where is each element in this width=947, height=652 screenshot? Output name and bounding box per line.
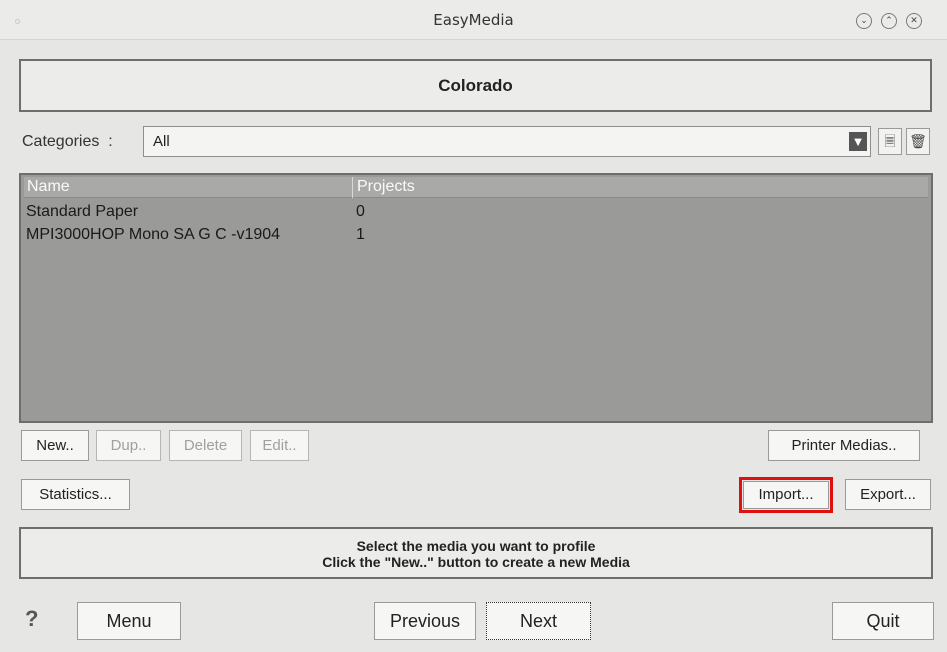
categories-dropdown[interactable]: All ▼ [143,126,871,157]
main-window: Colorado Categories : All ▼ 🗏 🗑 Name Pro… [0,40,947,652]
categories-selected: All [153,133,170,150]
chevron-down-icon[interactable]: ⌄ [856,13,872,29]
edit-button[interactable]: Edit.. [250,430,309,461]
media-name: MPI3000HOP Mono SA G C -v1904 [26,226,281,243]
list-header: Name Projects [24,177,928,198]
next-button[interactable]: Next [486,602,591,640]
categories-label: Categories : [22,133,113,151]
media-list[interactable]: Name Projects Standard Paper 0 MPI3000HO… [19,173,933,423]
media-projects: 0 [356,203,365,220]
printer-name-header: Colorado [19,59,932,112]
media-projects: 1 [356,226,365,243]
quit-button[interactable]: Quit [832,602,934,640]
media-name: Standard Paper [26,203,139,220]
chevron-up-icon[interactable]: ⌃ [881,13,897,29]
column-divider[interactable] [352,177,353,198]
export-button[interactable]: Export... [845,479,931,510]
column-header-projects[interactable]: Projects [357,178,415,196]
window-title: EasyMedia [433,11,514,29]
instruction-box: Select the media you want to profile Cli… [19,527,933,579]
help-icon[interactable]: ? [25,606,38,632]
title-bar: EasyMedia ⌄ ⌃ ✕ [0,0,947,40]
dup-button[interactable]: Dup.. [96,430,161,461]
statistics-button[interactable]: Statistics... [21,479,130,510]
new-document-icon[interactable]: 🗏 [878,128,902,155]
filter-icon[interactable]: ▼ [849,132,867,151]
instruction-line-1: Select the media you want to profile [356,538,596,554]
printer-medias-button[interactable]: Printer Medias.. [768,430,920,461]
delete-button[interactable]: Delete [169,430,242,461]
categories-label-text: Categories [22,133,100,150]
import-button[interactable]: Import... [739,477,833,513]
new-button[interactable]: New.. [21,430,89,461]
instruction-line-2: Click the "New.." button to create a new… [322,554,630,570]
column-header-name[interactable]: Name [27,178,70,196]
categories-separator: : [108,133,113,150]
trash-icon[interactable]: 🗑 [906,128,930,155]
previous-button[interactable]: Previous [374,602,476,640]
menu-button[interactable]: Menu [77,602,181,640]
close-icon[interactable]: ✕ [906,13,922,29]
